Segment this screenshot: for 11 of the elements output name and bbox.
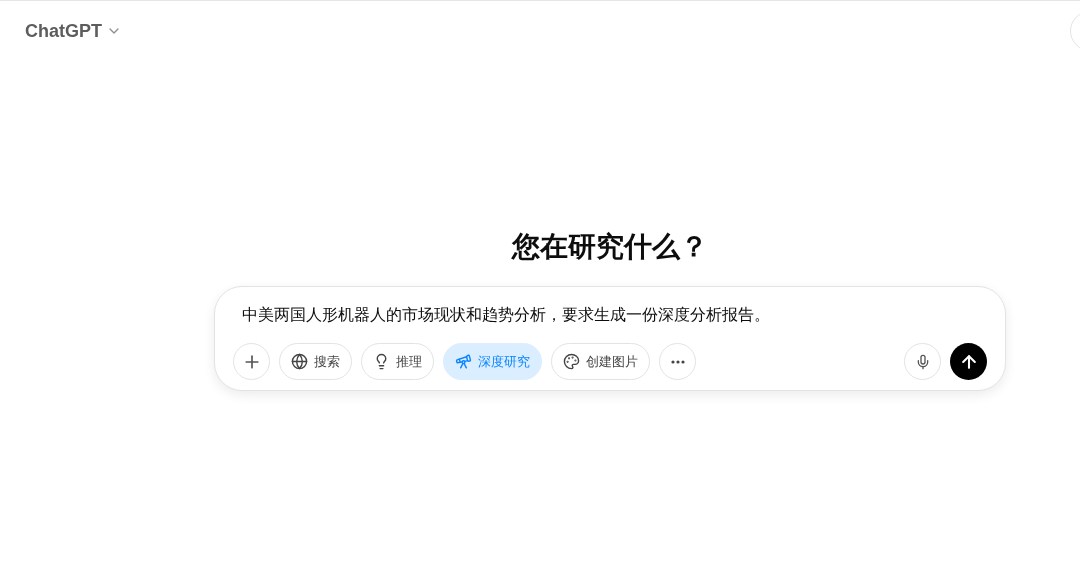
ellipsis-icon <box>670 359 685 364</box>
send-button[interactable] <box>950 343 987 380</box>
telescope-icon <box>455 353 472 370</box>
tool-button[interactable]: 搜索 <box>279 343 352 380</box>
tool-button[interactable]: 创建图片 <box>551 343 650 380</box>
prompt-input[interactable]: 中美两国人形机器人的市场现状和趋势分析，要求生成一份深度分析报告。 <box>233 303 987 327</box>
tool-button[interactable]: 推理 <box>361 343 434 380</box>
page-heading: 您在研究什么？ <box>512 230 708 264</box>
globe-icon <box>291 353 308 370</box>
palette-icon <box>563 353 580 370</box>
model-selector[interactable]: ChatGPT <box>25 17 122 45</box>
